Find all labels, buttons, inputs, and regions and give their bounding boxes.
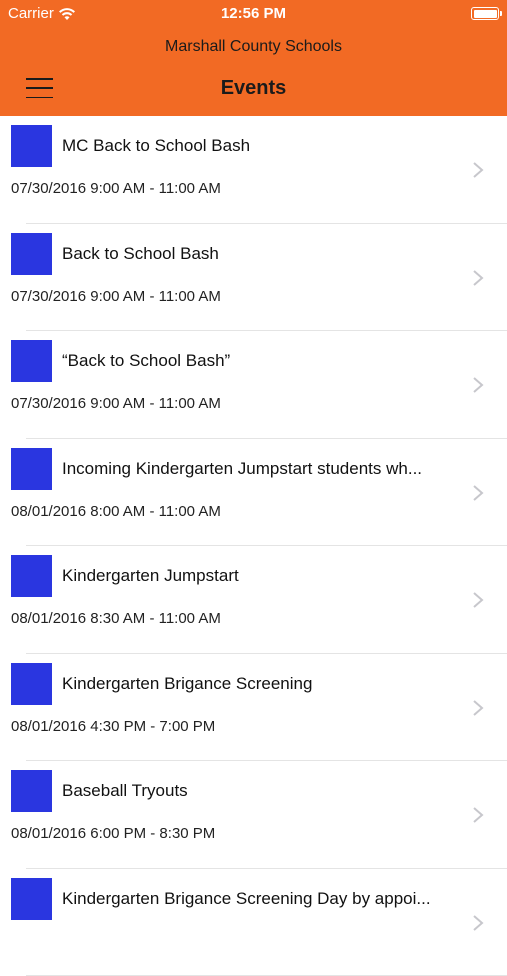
event-row[interactable]: Kindergarten Brigance Screening Day by a… (0, 869, 507, 976)
event-row[interactable]: Kindergarten Brigance Screening 08/01/20… (0, 654, 507, 762)
event-thumbnail (11, 340, 52, 382)
event-time: 08/01/2016 4:30 PM - 7:00 PM (11, 718, 215, 735)
event-title: Kindergarten Brigance Screening Day by a… (62, 889, 462, 909)
page-title: Events (0, 77, 507, 100)
event-title: Back to School Bash (62, 244, 462, 264)
event-thumbnail (11, 555, 52, 597)
event-time: 08/01/2016 8:00 AM - 11:00 AM (11, 503, 221, 520)
event-row[interactable]: MC Back to School Bash 07/30/2016 9:00 A… (0, 116, 507, 224)
battery-icon (471, 7, 499, 20)
event-time: 08/01/2016 8:30 AM - 11:00 AM (11, 610, 221, 627)
event-row[interactable]: Baseball Tryouts 08/01/2016 6:00 PM - 8:… (0, 761, 507, 869)
event-thumbnail (11, 448, 52, 490)
status-time: 12:56 PM (0, 5, 507, 22)
event-title: Baseball Tryouts (62, 781, 462, 801)
chevron-right-icon (471, 806, 485, 824)
event-thumbnail (11, 770, 52, 812)
status-bar: Carrier 12:56 PM (0, 0, 507, 28)
chevron-right-icon (471, 161, 485, 179)
event-title: Kindergarten Jumpstart (62, 566, 462, 586)
events-list: MC Back to School Bash 07/30/2016 9:00 A… (0, 116, 507, 976)
app-name: Marshall County Schools (0, 38, 507, 56)
event-title: MC Back to School Bash (62, 136, 462, 156)
chevron-right-icon (471, 914, 485, 932)
event-thumbnail (11, 125, 52, 167)
chevron-right-icon (471, 591, 485, 609)
event-title: “Back to School Bash” (62, 351, 462, 371)
event-row[interactable]: Back to School Bash 07/30/2016 9:00 AM -… (0, 224, 507, 332)
event-time: 07/30/2016 9:00 AM - 11:00 AM (11, 288, 221, 305)
event-row[interactable]: Incoming Kindergarten Jumpstart students… (0, 439, 507, 547)
event-time: 08/01/2016 6:00 PM - 8:30 PM (11, 825, 215, 842)
event-time: 07/30/2016 9:00 AM - 11:00 AM (11, 180, 221, 197)
chevron-right-icon (471, 376, 485, 394)
event-row[interactable]: Kindergarten Jumpstart 08/01/2016 8:30 A… (0, 546, 507, 654)
app-header: Carrier 12:56 PM Marshall County Schools… (0, 0, 507, 116)
event-title: Incoming Kindergarten Jumpstart students… (62, 459, 462, 479)
event-time: 07/30/2016 9:00 AM - 11:00 AM (11, 395, 221, 412)
chevron-right-icon (471, 269, 485, 287)
event-title: Kindergarten Brigance Screening (62, 674, 462, 694)
event-thumbnail (11, 233, 52, 275)
event-thumbnail (11, 878, 52, 920)
chevron-right-icon (471, 484, 485, 502)
event-row[interactable]: “Back to School Bash” 07/30/2016 9:00 AM… (0, 331, 507, 439)
event-thumbnail (11, 663, 52, 705)
chevron-right-icon (471, 699, 485, 717)
